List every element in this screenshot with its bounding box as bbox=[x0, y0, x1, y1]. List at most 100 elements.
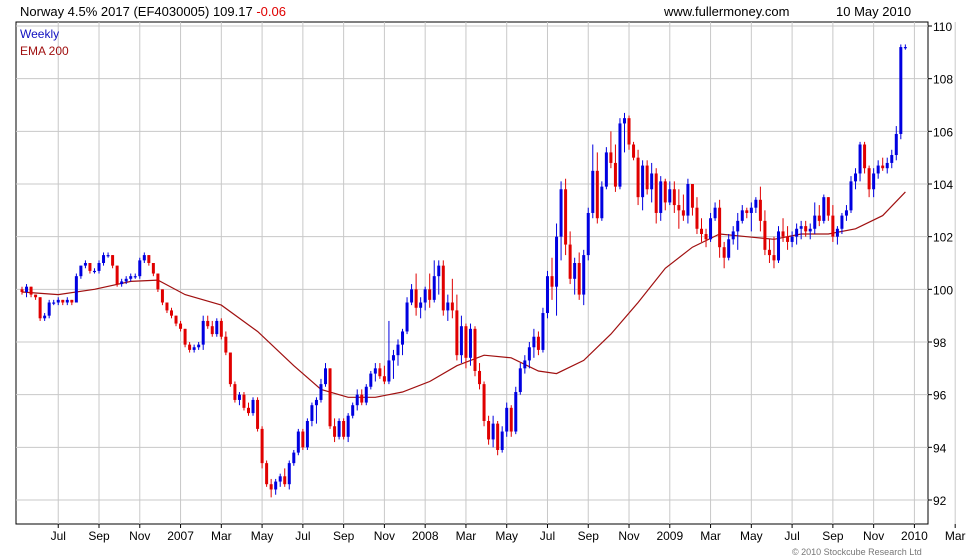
candle-body bbox=[813, 215, 817, 229]
candle-body bbox=[772, 255, 776, 261]
candle-body bbox=[169, 310, 173, 316]
candle-body bbox=[333, 426, 337, 437]
candle-body bbox=[287, 463, 291, 485]
candle-body bbox=[210, 326, 214, 335]
x-tick-label: Sep bbox=[822, 529, 844, 543]
candle-body bbox=[722, 247, 726, 258]
candle-body bbox=[206, 320, 210, 327]
candle bbox=[251, 397, 255, 416]
candle-body bbox=[401, 331, 405, 345]
candle-body bbox=[432, 276, 436, 300]
candle-body bbox=[269, 484, 273, 490]
candle-body bbox=[487, 421, 491, 440]
legend-ema-200: EMA 200 bbox=[20, 44, 69, 58]
candle-body bbox=[278, 476, 282, 482]
candle bbox=[564, 178, 568, 256]
candle bbox=[600, 181, 604, 221]
candle-body bbox=[663, 181, 667, 203]
candle-body bbox=[749, 207, 753, 213]
candle-body bbox=[441, 265, 445, 311]
candle-body bbox=[382, 376, 386, 382]
candle bbox=[545, 270, 549, 319]
candle-body bbox=[183, 328, 187, 345]
x-tick-label: May bbox=[251, 529, 274, 543]
candle-body bbox=[455, 310, 459, 356]
candle-body bbox=[129, 276, 133, 279]
candle bbox=[138, 257, 142, 279]
candle-body bbox=[885, 162, 889, 169]
candle-body bbox=[387, 360, 391, 382]
candle bbox=[586, 207, 590, 261]
candle-body bbox=[550, 276, 554, 287]
candle-body bbox=[867, 168, 871, 190]
candle bbox=[183, 328, 187, 348]
candle-body bbox=[613, 162, 617, 187]
x-tick-label: Nov bbox=[618, 529, 639, 543]
candle-body bbox=[509, 407, 513, 432]
candle bbox=[256, 397, 260, 432]
candle-body bbox=[414, 289, 418, 308]
candle-body bbox=[147, 255, 151, 263]
candle-body bbox=[564, 189, 568, 245]
candle-body bbox=[586, 212, 590, 256]
candle-body bbox=[65, 299, 69, 303]
candle-body bbox=[219, 320, 223, 337]
candle-body bbox=[301, 431, 305, 448]
candle-body bbox=[319, 384, 323, 400]
candle bbox=[342, 418, 346, 440]
candle bbox=[514, 386, 518, 435]
candle bbox=[301, 428, 305, 450]
candle-body bbox=[70, 299, 74, 303]
candle-body bbox=[872, 173, 876, 190]
candle bbox=[636, 149, 640, 206]
candle-body bbox=[903, 47, 907, 49]
candle-body bbox=[582, 255, 586, 295]
candle-body bbox=[274, 481, 278, 490]
candle-body bbox=[391, 355, 395, 361]
candle-body bbox=[396, 344, 400, 356]
candle-body bbox=[473, 328, 477, 371]
candle-body bbox=[894, 133, 898, 156]
candle bbox=[618, 118, 622, 190]
x-tick-label: 2009 bbox=[656, 529, 683, 543]
candle-body bbox=[29, 286, 33, 295]
x-tick-label: Mar bbox=[211, 529, 232, 543]
candle-body bbox=[577, 263, 581, 295]
candle bbox=[242, 392, 246, 411]
candle-body bbox=[659, 181, 663, 213]
x-tick-label: Mar bbox=[700, 529, 721, 543]
candle-body bbox=[237, 394, 241, 400]
candle-body bbox=[111, 255, 115, 266]
candle-body bbox=[133, 276, 137, 278]
candle-body bbox=[324, 368, 328, 385]
candle-body bbox=[545, 276, 549, 314]
candle bbox=[822, 194, 826, 224]
y-tick-label: 108 bbox=[933, 73, 953, 87]
candle-body bbox=[654, 173, 658, 213]
candle-body bbox=[79, 265, 83, 277]
x-tick-label: Sep bbox=[88, 529, 110, 543]
candle-body bbox=[532, 336, 536, 348]
candle-body bbox=[165, 302, 169, 311]
candle-body bbox=[804, 226, 808, 232]
candle-body bbox=[536, 336, 540, 350]
candle-body bbox=[835, 228, 839, 237]
candle-body bbox=[795, 228, 799, 237]
candle-body bbox=[410, 289, 414, 303]
candle-body bbox=[305, 421, 309, 448]
y-axis: 92 94 96 98 100 102 104 106 108 110 bbox=[928, 20, 953, 508]
candle bbox=[228, 352, 232, 387]
y-tick-label: 110 bbox=[933, 20, 952, 34]
candle-body bbox=[731, 231, 735, 240]
candle-body bbox=[25, 286, 29, 292]
x-tick-label: Jul bbox=[540, 529, 555, 543]
candle-body bbox=[518, 368, 522, 393]
candle-body bbox=[179, 323, 183, 329]
x-tick-label: May bbox=[740, 529, 763, 543]
candle-body bbox=[296, 431, 300, 453]
candle-body bbox=[672, 189, 676, 206]
x-tick-label: May bbox=[495, 529, 518, 543]
candle-body bbox=[61, 299, 65, 303]
candle-body bbox=[500, 431, 504, 450]
x-tick-label: Nov bbox=[374, 529, 395, 543]
